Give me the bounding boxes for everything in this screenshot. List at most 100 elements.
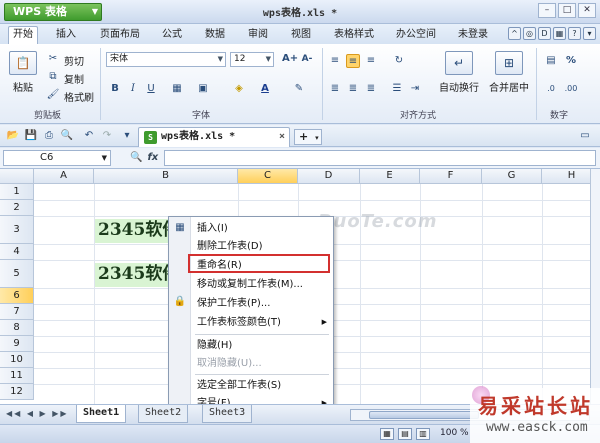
skin-icon[interactable]: ◎: [523, 27, 536, 40]
distributed-icon[interactable]: ☰: [390, 82, 404, 96]
font-name-select[interactable]: 宋体 ▼: [106, 52, 226, 67]
grow-font-button[interactable]: A+: [282, 52, 298, 66]
select-all-corner[interactable]: [0, 169, 34, 184]
fx-icon[interactable]: 🔍 fx: [130, 152, 158, 163]
sheet-tab-sheet1[interactable]: Sheet1: [76, 405, 127, 423]
tab-page-layout[interactable]: 页面布局: [96, 27, 144, 43]
decrease-decimal-icon[interactable]: .00: [564, 82, 578, 96]
close-window-button[interactable]: ✕: [578, 3, 596, 18]
save-icon[interactable]: 💾: [24, 129, 38, 143]
align-top-icon[interactable]: ≡: [328, 54, 342, 68]
text-direction-icon[interactable]: ↻: [392, 54, 406, 68]
tab-formulas[interactable]: 公式: [158, 27, 186, 43]
docer-icon[interactable]: D: [538, 27, 551, 40]
tab-home[interactable]: 开始: [8, 26, 38, 44]
column-header-d[interactable]: D: [298, 169, 360, 184]
fill-color-icon[interactable]: ▣: [196, 82, 210, 96]
row-header[interactable]: 9: [0, 336, 34, 352]
scrollbar-thumb[interactable]: [369, 411, 479, 419]
clear-format-icon[interactable]: ✎: [292, 82, 306, 96]
formula-input[interactable]: [164, 150, 596, 166]
menu-item-hide[interactable]: 隐藏(H): [191, 337, 331, 354]
font-size-select[interactable]: 12 ▼: [230, 52, 274, 67]
row-header[interactable]: 6: [0, 288, 34, 304]
tab-data[interactable]: 数据: [201, 27, 229, 43]
format-painter-button[interactable]: 格式刷: [64, 89, 94, 104]
menu-item-select-all-sheets[interactable]: 选定全部工作表(S): [191, 377, 331, 394]
menu-item-delete-sheet[interactable]: 删除工作表(D): [191, 238, 331, 255]
wrap-text-button[interactable]: ↵ 自动换行: [436, 50, 482, 95]
menu-item-move-copy[interactable]: 移动或复制工作表(M)...: [191, 276, 331, 293]
row-header[interactable]: 11: [0, 368, 34, 384]
row-header[interactable]: 8: [0, 320, 34, 336]
italic-button[interactable]: I: [126, 82, 140, 96]
tab-list-icon[interactable]: ▭: [578, 129, 592, 143]
customize-quick-access-icon[interactable]: ▾: [120, 129, 134, 143]
menu-item-insert[interactable]: 插入(I): [191, 220, 331, 237]
indent-icon[interactable]: ⇥: [408, 82, 422, 96]
menu-item-tab-color[interactable]: 工作表标签颜色(T) ▶: [191, 314, 331, 331]
column-header-f[interactable]: F: [420, 169, 482, 184]
row-header[interactable]: 5: [0, 260, 34, 288]
close-tab-button[interactable]: ×: [279, 128, 285, 146]
help-icon[interactable]: ?: [568, 27, 581, 40]
page-break-view-icon[interactable]: ▥: [416, 428, 430, 440]
align-right-icon[interactable]: ≣: [364, 82, 378, 96]
cut-button[interactable]: 剪切: [64, 53, 84, 68]
normal-view-icon[interactable]: ▦: [380, 428, 394, 440]
row-header[interactable]: 4: [0, 244, 34, 260]
chevron-down-icon[interactable]: ▾: [583, 27, 596, 40]
column-header-e[interactable]: E: [360, 169, 420, 184]
shrink-font-button[interactable]: A-: [300, 52, 314, 66]
copy-button[interactable]: 复制: [64, 71, 84, 86]
menu-item-protect-sheet[interactable]: 保护工作表(P)...: [191, 295, 331, 312]
redo-icon[interactable]: ↷: [100, 129, 114, 143]
tab-office-space[interactable]: 办公空间: [392, 27, 440, 43]
border-icon[interactable]: ▦: [170, 82, 184, 96]
tab-table-style[interactable]: 表格样式: [330, 27, 378, 43]
tab-review[interactable]: 审阅: [244, 27, 272, 43]
bold-button[interactable]: B: [108, 82, 122, 96]
column-header-a[interactable]: A: [34, 169, 94, 184]
name-box[interactable]: C6 ▼: [3, 150, 111, 166]
row-header[interactable]: 3: [0, 216, 34, 244]
paste-button[interactable]: 📋 粘贴: [6, 50, 40, 95]
align-center-icon[interactable]: ≣: [346, 82, 360, 96]
customize-icon[interactable]: ▦: [553, 27, 566, 40]
row-header[interactable]: 2: [0, 200, 34, 216]
align-bottom-icon[interactable]: ≡: [364, 54, 378, 68]
align-middle-icon[interactable]: ≡: [346, 54, 360, 68]
number-format-icon[interactable]: ▤: [544, 54, 558, 68]
document-tab[interactable]: S wps表格.xls * ×: [138, 127, 290, 147]
font-color-icon[interactable]: A: [258, 82, 272, 96]
sheet-tab-sheet3[interactable]: Sheet3: [202, 405, 253, 423]
zoom-level[interactable]: 100 %: [440, 428, 469, 438]
login-link[interactable]: 未登录: [454, 27, 492, 43]
percent-icon[interactable]: %: [564, 54, 578, 68]
row-header[interactable]: 7: [0, 304, 34, 320]
sheet-tab-sheet2[interactable]: Sheet2: [138, 405, 189, 423]
undo-icon[interactable]: ↶: [82, 129, 96, 143]
column-header-h[interactable]: H: [542, 169, 590, 184]
print-preview-icon[interactable]: 🔍: [60, 129, 74, 143]
tab-insert[interactable]: 插入: [52, 27, 80, 43]
column-header-c[interactable]: C: [238, 169, 298, 184]
sheet-nav-arrows-icon[interactable]: ◀◀ ◀ ▶ ▶▶: [6, 409, 69, 418]
page-layout-view-icon[interactable]: ▤: [398, 428, 412, 440]
column-header-b[interactable]: B: [94, 169, 238, 184]
row-header[interactable]: 10: [0, 352, 34, 368]
minimize-ribbon-icon[interactable]: ^: [508, 27, 521, 40]
vertical-scrollbar[interactable]: [590, 169, 600, 404]
align-left-icon[interactable]: ≣: [328, 82, 342, 96]
underline-button[interactable]: U: [144, 82, 158, 96]
row-header[interactable]: 12: [0, 384, 34, 400]
row-header[interactable]: 1: [0, 184, 34, 200]
increase-decimal-icon[interactable]: .0: [544, 82, 558, 96]
column-header-g[interactable]: G: [482, 169, 542, 184]
highlight-icon[interactable]: ◈: [232, 82, 246, 96]
tab-view[interactable]: 视图: [287, 27, 315, 43]
minimize-button[interactable]: –: [538, 3, 556, 18]
new-tab-button[interactable]: + ▾: [294, 129, 322, 145]
open-folder-icon[interactable]: 📂: [6, 129, 20, 143]
print-icon[interactable]: ⎙: [42, 129, 56, 143]
